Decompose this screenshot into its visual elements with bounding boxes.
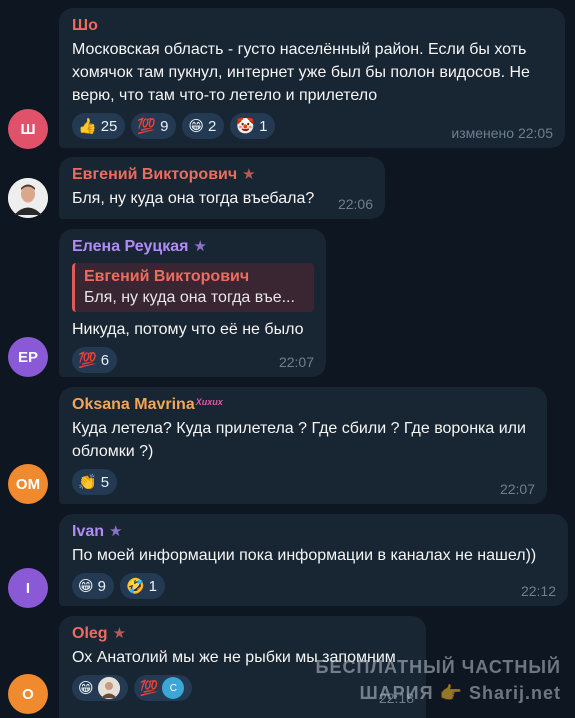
reactions: 👏 5	[72, 469, 535, 495]
reaction-clap[interactable]: 👏 5	[72, 469, 118, 495]
reaction-clown[interactable]: 🤡 1	[230, 113, 276, 139]
message-time: 22:06	[337, 196, 373, 212]
star-icon: ★	[242, 166, 256, 183]
message-text: Московская область - густо населённый ра…	[72, 41, 530, 104]
sender-name-text: Евгений Викторович	[72, 166, 238, 183]
reply-quote[interactable]: Евгений Викторович Бля, ну куда она тогд…	[72, 263, 314, 312]
grin-icon: 😁	[78, 578, 94, 595]
hundred-icon: 💯	[78, 352, 97, 369]
reaction-thumbs-up[interactable]: 👍 25	[72, 113, 126, 139]
avatar[interactable]: OM	[8, 464, 48, 504]
avatar[interactable]: O	[8, 674, 48, 714]
sender-name[interactable]: Евгений Викторович ★	[72, 165, 373, 185]
watermark-line-1: БЕСПЛАТНЫЙ ЧАСТНЫЙ	[315, 657, 561, 677]
reaction-hundred[interactable]: 💯 9	[131, 113, 177, 139]
message-bubble[interactable]: Шо Московская область - густо населённый…	[59, 8, 565, 148]
avatar[interactable]: I	[8, 568, 48, 608]
sender-name-text: Oksana Mavrina	[72, 396, 195, 413]
sender-name[interactable]: Елена Реуцкая ★	[72, 237, 314, 257]
star-icon: ★	[193, 238, 207, 255]
hundred-icon: 💯	[137, 118, 157, 135]
message-bubble[interactable]: Ivan ★ По моей информации пока информаци…	[59, 514, 568, 606]
sender-name-text: Елена Реуцкая	[72, 238, 189, 255]
sender-name[interactable]: Oksana Mavrina Хихих	[72, 395, 535, 415]
sender-name[interactable]: Ivan ★	[72, 522, 556, 542]
grin-icon: 😁	[78, 680, 94, 697]
message-text: Никуда, потому что её не было	[72, 321, 304, 338]
reaction-grin[interactable]: 😁 9	[72, 573, 114, 599]
watermark: БЕСПЛАТНЫЙ ЧАСТНЫЙ ШАРИЯ 👉 Sharij.net	[316, 654, 561, 706]
reactor-avatar: C	[162, 677, 185, 699]
reply-text: Бля, ну куда она тогда въе...	[84, 289, 295, 306]
person-photo-icon	[97, 677, 120, 699]
watermark-line-2: ШАРИЯ 👉 Sharij.net	[359, 683, 561, 703]
reactions: 😁 9 🤣 1	[72, 573, 556, 599]
reaction-count: 5	[100, 473, 110, 491]
sender-name[interactable]: Oleg ★	[72, 624, 414, 644]
reaction-count: 2	[208, 117, 217, 135]
reaction-count: 1	[259, 117, 268, 135]
reactor-avatar	[97, 677, 120, 699]
reaction-grin[interactable]: 😁 2	[182, 113, 225, 139]
clap-icon: 👏	[78, 474, 97, 491]
clown-icon: 🤡	[236, 118, 256, 135]
message-bubble[interactable]: Елена Реуцкая ★ Евгений Викторович Бля, …	[59, 229, 326, 377]
avatar[interactable]: Ш	[8, 109, 48, 149]
star-icon: ★	[109, 523, 123, 540]
message-text: Куда летела? Куда прилетела ? Где сбили …	[72, 420, 526, 460]
reaction-count: 1	[148, 577, 158, 595]
message-time: изменено 22:05	[451, 125, 553, 141]
reaction-count: 6	[100, 351, 110, 369]
sender-name-text: Ivan	[72, 523, 105, 540]
message-text: Бля, ну куда она тогда въебала?	[72, 190, 315, 207]
avatar[interactable]	[8, 178, 48, 218]
star-icon: ★	[112, 625, 127, 642]
reply-sender: Евгений Викторович	[84, 268, 250, 285]
sender-name[interactable]: Шо	[72, 16, 553, 36]
reaction-grin[interactable]: 😁	[72, 675, 128, 701]
message-bubble[interactable]: Oksana Mavrina Хихих Куда летела? Куда п…	[59, 387, 547, 504]
grin-icon: 😁	[188, 118, 205, 135]
reaction-count: 9	[97, 577, 106, 595]
person-photo-icon	[8, 178, 48, 218]
reaction-rofl[interactable]: 🤣 1	[119, 573, 166, 599]
reaction-hundred[interactable]: 💯 6	[72, 347, 118, 373]
sender-name-text: Oleg	[72, 625, 108, 642]
reaction-count: 9	[160, 117, 169, 135]
message-bubble[interactable]: Евгений Викторович ★ Бля, ну куда она то…	[59, 157, 385, 219]
message-time: 22:12	[520, 583, 556, 599]
reaction-hundred[interactable]: 💯 C	[133, 675, 193, 701]
message-time: 22:07	[499, 481, 535, 497]
sender-badge: Хихих	[195, 397, 223, 407]
avatar[interactable]: ЕР	[8, 337, 48, 377]
message-time: 22:07	[278, 354, 314, 370]
thumbs-up-icon: 👍	[78, 118, 97, 135]
rofl-icon: 🤣	[125, 578, 145, 595]
reaction-count: 25	[100, 117, 118, 135]
reactions: 💯 6	[72, 347, 314, 373]
hundred-icon: 💯	[139, 680, 159, 697]
message-text: По моей информации пока информации в кан…	[72, 547, 537, 564]
